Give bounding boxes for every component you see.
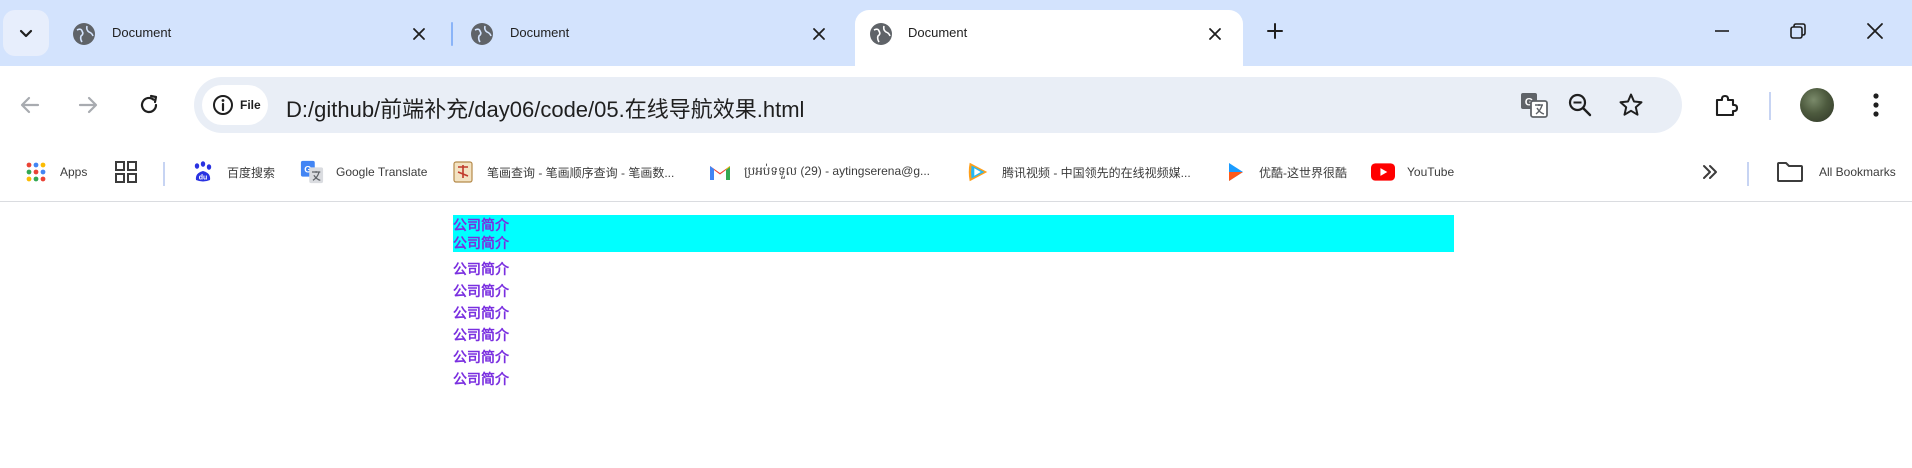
bookmark-youtube[interactable]: YouTube: [1371, 154, 1454, 190]
site-info-chip[interactable]: File: [202, 85, 268, 125]
tab-title: Document: [908, 25, 968, 40]
kebab-menu-icon: [1873, 93, 1879, 117]
stroke-order-icon: [451, 160, 475, 184]
folder-icon: [1775, 160, 1805, 184]
close-tab-icon[interactable]: [1202, 21, 1228, 47]
close-icon: [1867, 23, 1883, 39]
extensions-button[interactable]: [1704, 83, 1748, 127]
globe-icon: [869, 22, 893, 46]
bookmark-stroke-order[interactable]: 笔画查询 - 笔画顺序查询 - 笔画数...: [451, 154, 674, 190]
bookmark-label: ប្រអប់ទទួល (29) - aytingserena@g...: [744, 164, 930, 178]
chevron-down-icon: [19, 29, 33, 38]
close-tab-icon[interactable]: [406, 21, 432, 47]
tab-title: Document: [112, 25, 172, 40]
profile-avatar[interactable]: [1800, 88, 1834, 122]
bookmark-apps[interactable]: Apps: [24, 154, 87, 190]
site-chip-label: File: [240, 98, 261, 112]
bookmark-tencent-video[interactable]: 腾讯视频 - 中国领先的在线视频媒...: [966, 154, 1191, 190]
menu-button[interactable]: [1854, 83, 1898, 127]
puzzle-icon: [1715, 94, 1739, 117]
arrow-left-icon: [20, 96, 40, 114]
info-icon: [213, 95, 233, 115]
nav-link[interactable]: 公司简介: [453, 237, 1454, 252]
youtube-icon: [1371, 160, 1395, 184]
plus-icon: [1267, 23, 1283, 39]
tab-2[interactable]: Document: [458, 10, 840, 66]
reload-button[interactable]: [127, 83, 171, 127]
globe-icon: [72, 22, 96, 46]
forward-button[interactable]: [66, 83, 110, 127]
minimize-button[interactable]: [1708, 17, 1736, 45]
tab-separator: [451, 22, 453, 46]
baidu-icon: du: [191, 160, 215, 184]
tab-search-button[interactable]: [3, 10, 49, 56]
bookmarks-separator: [163, 162, 165, 186]
bookmark-baidu[interactable]: du 百度搜索: [191, 154, 275, 190]
bookmark-label: 百度搜索: [227, 165, 276, 180]
nav-link[interactable]: 公司简介: [453, 303, 1454, 325]
bookmark-star-icon[interactable]: [1615, 89, 1647, 121]
close-tab-icon[interactable]: [806, 21, 832, 47]
bookmark-label: 优酷-这世界很酷: [1259, 165, 1347, 180]
nav-link[interactable]: 公司简介: [453, 215, 1454, 237]
toolbar-divider: [1769, 92, 1771, 120]
nav-link[interactable]: 公司简介: [453, 347, 1454, 369]
bookmarks-bar: Apps du 百度搜索 G Google Translate 笔画查询 - 笔…: [0, 144, 1912, 202]
bookmarks-separator: [1747, 162, 1749, 186]
tab-groups-icon: [114, 160, 138, 184]
address-bar[interactable]: File D:/github/前端补充/day06/code/05.在线导航效果…: [194, 77, 1682, 133]
bookmark-label: 笔画查询 - 笔画顺序查询 - 笔画数...: [487, 165, 675, 180]
double-chevron-right-icon: [1698, 160, 1722, 184]
page-content: 公司简介 公司简介 公司简介 公司简介 公司简介 公司简介 公司简介 公司简介: [0, 203, 1912, 468]
bookmark-tab-groups[interactable]: [114, 154, 138, 190]
new-tab-button[interactable]: [1262, 18, 1288, 44]
tab-title: Document: [510, 25, 570, 40]
svg-text:du: du: [199, 175, 208, 182]
tencent-video-icon: [966, 160, 990, 184]
bookmark-label: Google Translate: [336, 165, 428, 179]
bookmark-label: YouTube: [1407, 165, 1455, 179]
restore-button[interactable]: [1784, 17, 1812, 45]
globe-icon: [470, 22, 494, 46]
nav-list: 公司简介 公司简介 公司简介 公司简介 公司简介 公司简介 公司简介 公司简介: [453, 215, 1454, 391]
nav-link[interactable]: 公司简介: [453, 369, 1454, 391]
nav-link[interactable]: 公司简介: [453, 259, 1454, 281]
youku-icon: [1223, 160, 1247, 184]
bookmark-label: 腾讯视频 - 中国领先的在线视频媒...: [1002, 165, 1191, 180]
nav-link[interactable]: 公司简介: [453, 281, 1454, 303]
minimize-icon: [1715, 30, 1729, 32]
apps-grid-icon: [24, 160, 48, 184]
bookmark-label: Apps: [60, 165, 88, 179]
tab-1[interactable]: Document: [60, 10, 442, 66]
bookmark-youku[interactable]: 优酷-这世界很酷: [1223, 154, 1347, 190]
zoom-out-icon[interactable]: [1564, 89, 1596, 121]
bookmarks-overflow-button[interactable]: [1698, 154, 1722, 190]
url-text[interactable]: D:/github/前端补充/day06/code/05.在线导航效果.html: [286, 92, 804, 124]
google-translate-icon: G: [300, 160, 324, 184]
gmail-icon: [708, 160, 732, 184]
close-window-button[interactable]: [1861, 17, 1889, 45]
nav-link[interactable]: 公司简介: [453, 325, 1454, 347]
back-button[interactable]: [8, 83, 52, 127]
restore-icon: [1790, 23, 1806, 39]
arrow-right-icon: [78, 96, 98, 114]
bookmark-gmail[interactable]: ប្រអប់ទទួល (29) - aytingserena@g...: [708, 154, 930, 190]
tab-strip: Document Document Document: [0, 0, 1912, 66]
reload-icon: [140, 94, 158, 114]
all-bookmarks-button[interactable]: All Bookmarks: [1775, 154, 1896, 190]
translate-icon[interactable]: G: [1518, 89, 1550, 121]
tab-3-active[interactable]: Document: [855, 10, 1243, 66]
bookmark-google-translate[interactable]: G Google Translate: [300, 154, 427, 190]
all-bookmarks-label: All Bookmarks: [1819, 165, 1896, 179]
toolbar: File D:/github/前端补充/day06/code/05.在线导航效果…: [0, 66, 1912, 144]
